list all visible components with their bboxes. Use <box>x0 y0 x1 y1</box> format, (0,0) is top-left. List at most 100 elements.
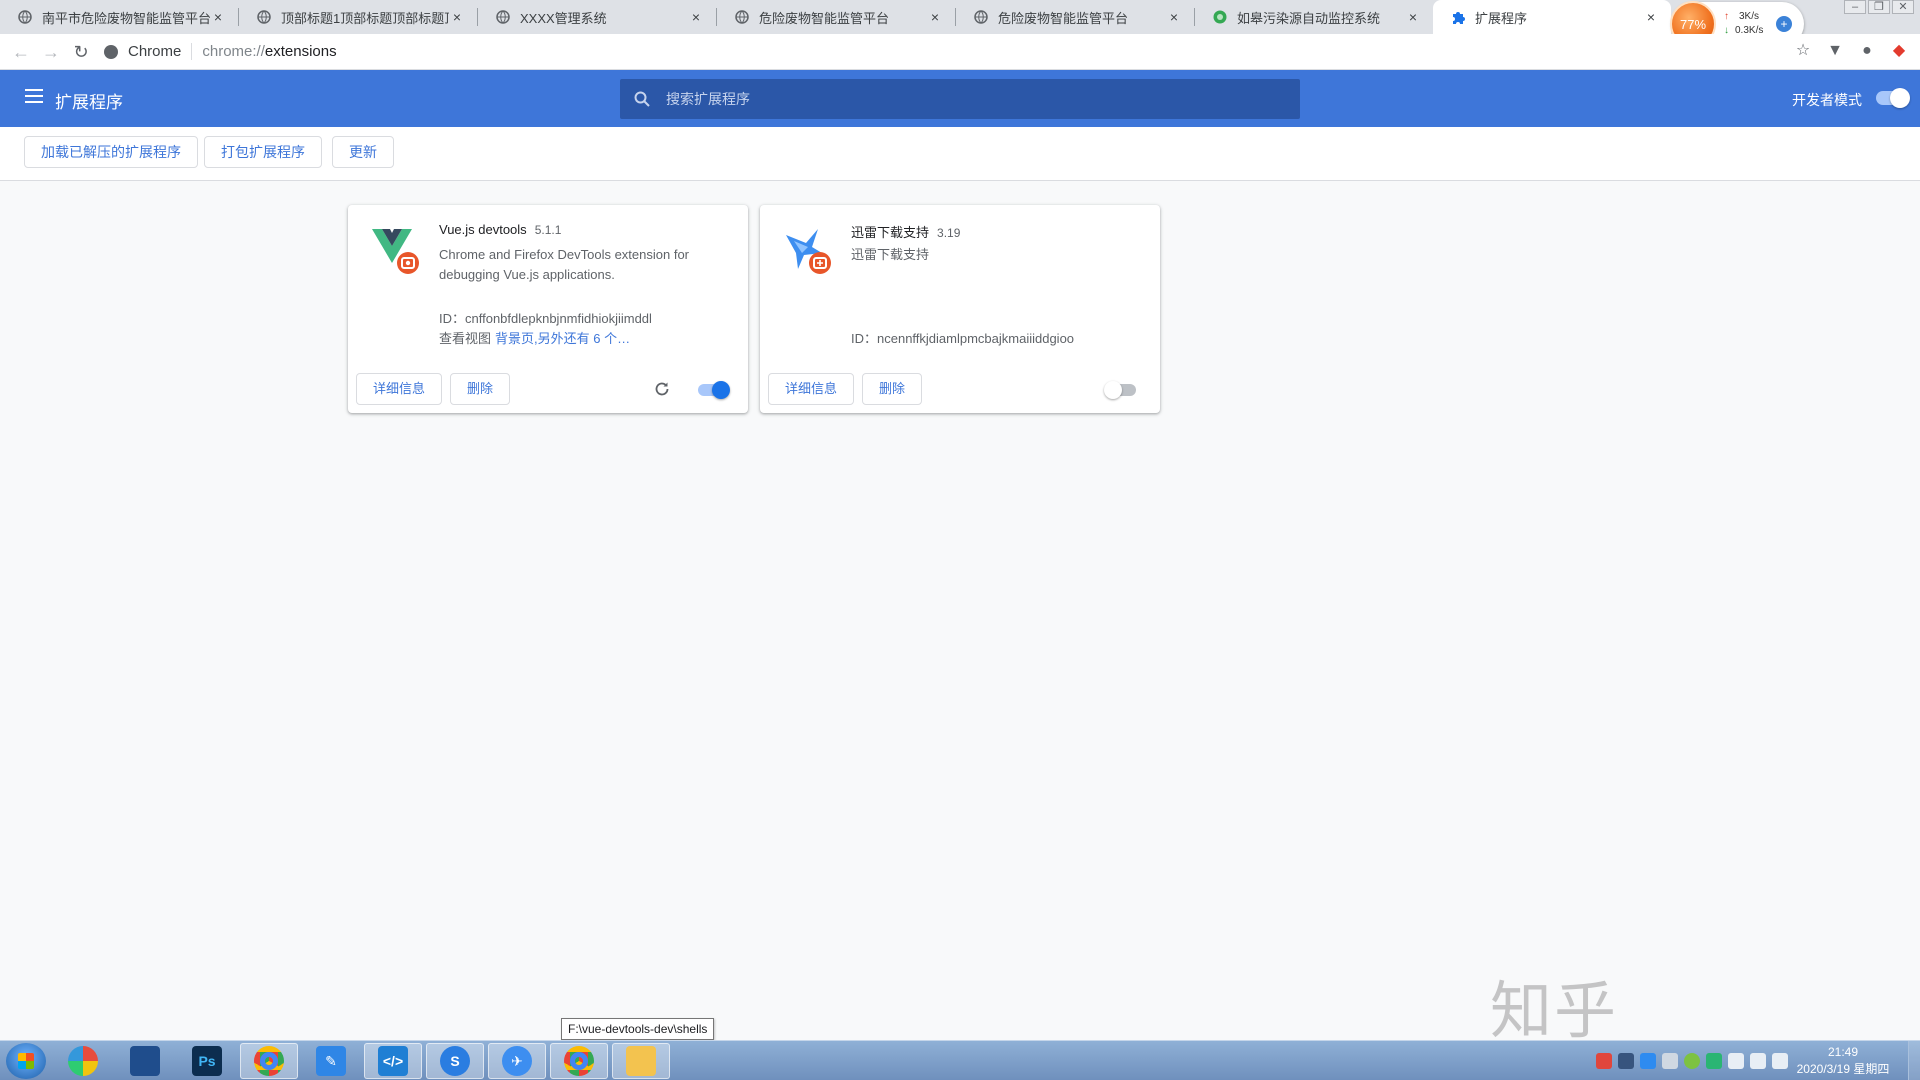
extension-version: 3.19 <box>937 226 961 240</box>
details-button[interactable]: 详细信息 <box>768 373 855 405</box>
toggle-knob <box>1890 88 1910 108</box>
taskbar-app-chrome[interactable] <box>240 1043 298 1079</box>
tab-title: 顶部标题1顶部标题顶部标题顶部 <box>281 10 449 26</box>
remove-button[interactable]: 删除 <box>862 373 923 405</box>
taskbar-app-chrome-2[interactable] <box>550 1043 608 1079</box>
enable-toggle[interactable] <box>1104 381 1136 399</box>
tab-strip: 南平市危险废物智能监管平台 × 顶部标题1顶部标题顶部标题顶部 × XXXX管理… <box>0 0 1920 34</box>
tray-device-icon[interactable] <box>1662 1053 1678 1069</box>
tab-1[interactable]: 南平市危险废物智能监管平台 × <box>0 0 238 34</box>
tray-weibo-icon[interactable] <box>1596 1053 1612 1069</box>
reload-icon[interactable]: ↻ <box>66 37 96 67</box>
back-arrow-icon[interactable]: ← <box>6 37 36 67</box>
tab-2[interactable]: 顶部标题1顶部标题顶部标题顶部 × <box>239 0 477 34</box>
tray-network-icon[interactable] <box>1772 1053 1788 1069</box>
address-bar[interactable]: Chrome chrome:// extensions <box>104 38 337 66</box>
toggle-knob <box>1104 381 1122 399</box>
tab-3[interactable]: XXXX管理系统 × <box>478 0 716 34</box>
restore-icon[interactable]: ❐ <box>1868 0 1890 14</box>
extension-card-vue-devtools: Vue.js devtools 5.1.1 Chrome and Firefox … <box>348 205 748 413</box>
taskbar-clock[interactable]: 21:49 2020/3/19 星期四 <box>1790 1044 1896 1078</box>
background-page-link[interactable]: 背景页,另外还有 6 个… <box>495 331 630 346</box>
url-host: extensions <box>264 43 337 60</box>
tray-flag-icon[interactable] <box>1728 1053 1744 1069</box>
tab-title: 危险废物智能监管平台 <box>998 10 1129 26</box>
show-desktop-button[interactable] <box>1908 1041 1920 1080</box>
extension-funnel-icon[interactable]: ▼ <box>1824 40 1846 62</box>
browser-toolbar: ← → ↻ Chrome chrome:// extensions ☆ ▼ ● … <box>0 34 1920 70</box>
scheme-label: Chrome <box>128 43 193 60</box>
hamburger-menu-icon[interactable] <box>25 89 43 103</box>
close-icon[interactable]: × <box>1166 9 1182 25</box>
close-icon[interactable]: × <box>688 9 704 25</box>
window-controls: – ❐ ✕ <box>1844 0 1914 14</box>
taskbar-app-sogou[interactable]: S <box>426 1043 484 1079</box>
page-title: 扩展程序 <box>55 93 123 112</box>
globe-icon <box>257 10 271 24</box>
taskbar-app-folder[interactable] <box>612 1043 670 1079</box>
chrome-icon <box>254 1046 284 1076</box>
extension-name-text: Vue.js devtools <box>439 222 527 237</box>
tab-4[interactable]: 危险废物智能监管平台 × <box>717 0 955 34</box>
tab-title: 扩展程序 <box>1475 10 1528 26</box>
extension-version: 5.1.1 <box>534 223 562 237</box>
inspect-views: 查看视图 背景页,另外还有 6 个… <box>439 328 630 347</box>
enable-toggle[interactable] <box>698 381 730 399</box>
extension-card-xunlei: 迅雷下载支持 3.19 迅雷下载支持 ID：ncennffkjdiamlpmcba… <box>760 205 1160 413</box>
close-icon[interactable]: × <box>1405 9 1421 25</box>
tray-upload-icon[interactable] <box>1706 1053 1722 1069</box>
tab-6[interactable]: 如皋污染源自动监控系统 × <box>1195 0 1433 34</box>
taskbar-app-vscode[interactable]: </> <box>364 1043 422 1079</box>
extension-name: Vue.js devtools 5.1.1 <box>439 222 561 237</box>
developer-mode-toggle[interactable] <box>1876 88 1910 108</box>
windows-taskbar: Ps ✎ </> S ✈ 21:49 2020/3/19 星期四 <box>0 1040 1920 1080</box>
plus-icon[interactable]: + <box>1776 16 1792 32</box>
inspect-views-label: 查看视图 <box>439 331 492 346</box>
extension-id: ID：ncennffkjdiamlpmcbajkmaiiiddgioo <box>851 331 1075 346</box>
reload-icon[interactable] <box>653 380 671 398</box>
taskbar-app-thunder[interactable]: ✈ <box>488 1043 546 1079</box>
photoshop-icon: Ps <box>192 1046 222 1076</box>
extension-id: ID：cnffonbfdlepknbjnmfidhiokjiimddl <box>439 311 652 326</box>
windows-start-button[interactable] <box>6 1043 46 1079</box>
taskbar-app-user-tiles[interactable] <box>54 1043 112 1079</box>
details-button[interactable]: 详细信息 <box>356 373 443 405</box>
toggle-knob <box>712 381 730 399</box>
taskbar-app-photoshop[interactable]: Ps <box>178 1043 236 1079</box>
profile-avatar-icon[interactable]: ● <box>1856 40 1878 62</box>
tab-title: XXXX管理系统 <box>520 10 607 26</box>
tray-security-icon[interactable] <box>1684 1053 1700 1069</box>
globe-icon <box>735 10 749 24</box>
pack-extension-button[interactable]: 打包扩展程序 <box>204 136 322 168</box>
red-extension-icon[interactable]: ◆ <box>1888 40 1910 62</box>
tray-ime-icon[interactable] <box>1618 1053 1634 1069</box>
chrome-icon <box>564 1046 594 1076</box>
remove-button[interactable]: 删除 <box>450 373 511 405</box>
tab-5[interactable]: 危险废物智能监管平台 × <box>956 0 1194 34</box>
close-icon[interactable]: × <box>210 9 226 25</box>
toolbar-actions: ☆ ▼ ● ◆ <box>1792 40 1910 62</box>
minimize-icon[interactable]: – <box>1844 0 1866 14</box>
tab-extensions[interactable]: 扩展程序 × <box>1433 0 1671 34</box>
thunder-bird-logo-icon <box>786 229 831 274</box>
vue-logo-icon <box>372 229 419 274</box>
taskbar-app-notes[interactable]: ✎ <box>302 1043 360 1079</box>
close-icon[interactable]: × <box>1643 9 1659 25</box>
taskbar-app-computer[interactable] <box>116 1043 174 1079</box>
green-leaf-icon <box>1213 10 1227 24</box>
puzzle-icon <box>1453 12 1465 24</box>
tray-volume-icon[interactable] <box>1750 1053 1766 1069</box>
load-unpacked-button[interactable]: 加载已解压的扩展程序 <box>24 136 198 168</box>
globe-icon <box>974 10 988 24</box>
forward-arrow-icon[interactable]: → <box>36 37 66 67</box>
search-input[interactable] <box>666 91 1266 107</box>
search-box[interactable] <box>620 79 1300 119</box>
close-window-icon[interactable]: ✕ <box>1892 0 1914 14</box>
system-tray <box>1596 1053 1788 1069</box>
close-icon[interactable]: × <box>449 9 465 25</box>
update-button[interactable]: 更新 <box>332 136 394 168</box>
tab-title: 危险废物智能监管平台 <box>759 10 890 26</box>
bookmark-star-icon[interactable]: ☆ <box>1792 40 1814 62</box>
tray-feather-icon[interactable] <box>1640 1053 1656 1069</box>
close-icon[interactable]: × <box>927 9 943 25</box>
